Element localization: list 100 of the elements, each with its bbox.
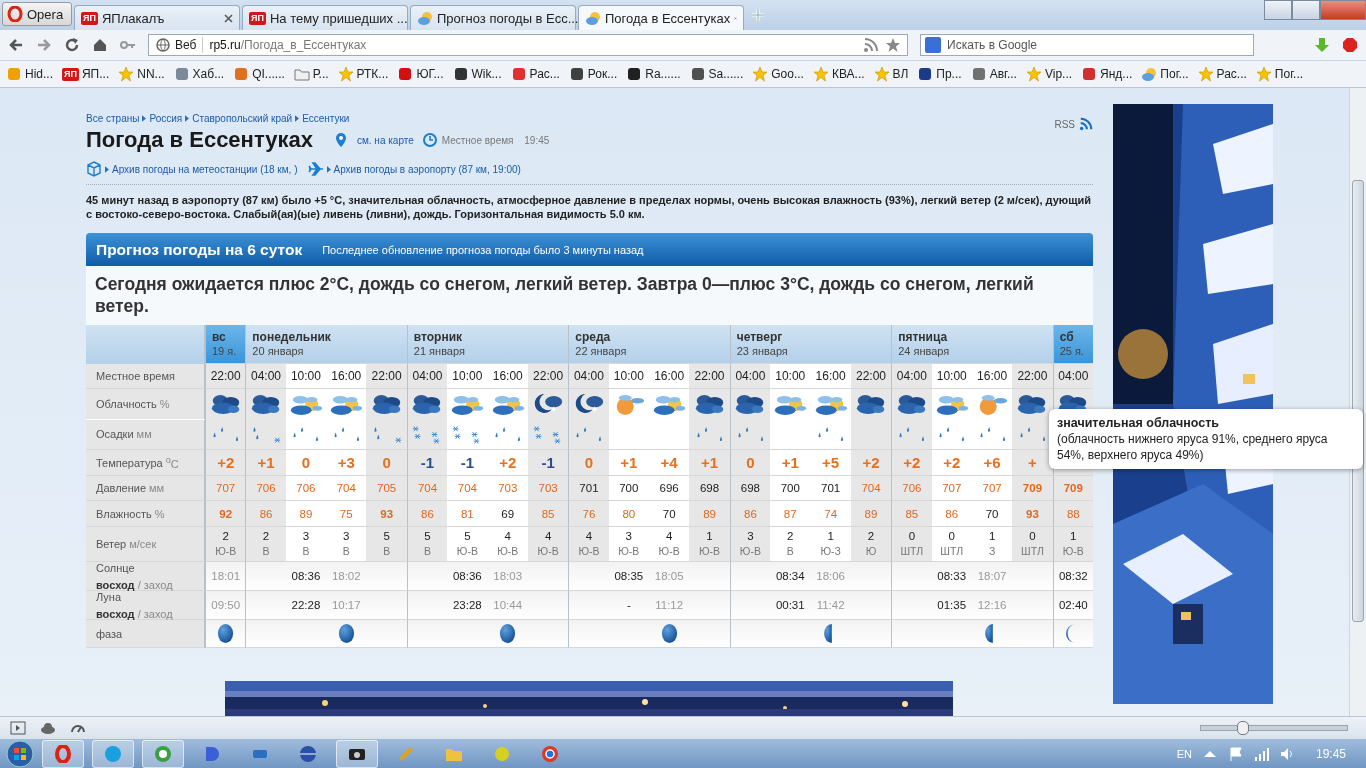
- humidity-cell: 86: [406, 501, 448, 527]
- breadcrumb-link[interactable]: Россия: [149, 112, 183, 124]
- search-field[interactable]: Искать в Google: [920, 34, 1254, 56]
- observation-text: 45 минут назад в аэропорту (87 км) было +5 °C, значительная облачность, атмосферное давление в пределах нормы, очень высокая влажность (93%), легкий ветер (2 м/сек), дующий с востоко-северо-востока. Слабый(ая)(ые) ливень (ливни), дождь. Горизонтальная видимость 5.0 км.: [86, 193, 1092, 221]
- time-cell: 22:00: [1012, 364, 1053, 389]
- wind-direction: В: [342, 544, 350, 559]
- wind-direction: З: [988, 544, 996, 559]
- bookmark[interactable]: Рас...: [1197, 66, 1247, 82]
- wind-direction: Ю-В: [739, 544, 761, 559]
- unit-label: м/сек: [129, 536, 157, 552]
- bookmark[interactable]: Goo...: [752, 66, 804, 82]
- bookmark[interactable]: ЯП ЯП...: [62, 67, 110, 81]
- bookmark[interactable]: Пр...: [917, 66, 962, 82]
- rss-link[interactable]: RSS: [1054, 118, 1075, 130]
- temperature-cell: +2: [850, 450, 892, 476]
- wind-speed: 4: [585, 529, 593, 544]
- url-text: rp5.ru/Погода_в_Ессентуках: [209, 38, 367, 52]
- row-label: Солнце: [96, 560, 135, 575]
- site-logo: ЯП: [81, 11, 98, 25]
- bookmark[interactable]: Пог...: [1255, 66, 1304, 82]
- day-name: сб: [1059, 330, 1074, 344]
- moonrise-cell: 11:12: [649, 591, 690, 620]
- opera-menu-button[interactable]: Opera: [2, 2, 72, 26]
- humidity-cell: 76: [568, 501, 609, 527]
- bookmark[interactable]: Sa......: [689, 66, 744, 82]
- bookmark[interactable]: КВА...: [812, 66, 865, 82]
- archive-link[interactable]: Архив погоды в аэропорту (87 км, 19:00): [333, 163, 521, 175]
- humidity-cell: 86: [729, 501, 771, 527]
- sunrise-cell: 18:05: [649, 562, 690, 591]
- bookmark[interactable]: ВЛ: [873, 66, 909, 82]
- bookmark[interactable]: Хаб...: [173, 66, 225, 82]
- pressure-cell: 709: [1052, 476, 1093, 501]
- unit-label: $^{o}$C: [165, 455, 179, 470]
- bookmark[interactable]: NN...: [118, 66, 165, 82]
- bookmark[interactable]: QI......: [233, 66, 285, 82]
- browser-tab[interactable]: ЯП На тему пришедших ...: [242, 5, 408, 30]
- bookmark[interactable]: Vip...: [1025, 66, 1073, 82]
- temperature-cell: +1: [245, 450, 286, 476]
- browser-tab[interactable]: Прогноз погоды в Есс...: [410, 5, 576, 30]
- time-cell: 22:00: [366, 364, 407, 389]
- temperature-cell: 0: [366, 450, 407, 476]
- pressure-cell: 706: [891, 476, 932, 501]
- browser-tab[interactable]: Погода в Ессентуках: [578, 5, 744, 30]
- tab-title: Прогноз погоды в Есс...: [437, 10, 579, 26]
- moonrise-cell: 00:31: [770, 591, 811, 620]
- wind-direction: Ю-В: [215, 544, 237, 559]
- time-cell: 22:00: [205, 364, 246, 389]
- breadcrumb-link[interactable]: Ессентуки: [302, 112, 350, 124]
- humidity-cell: 89: [850, 501, 892, 527]
- day-date: 23 января: [736, 344, 788, 358]
- sunrise-cell: 18:06: [810, 562, 851, 591]
- forecast-title: Прогноз погоды на 6 суток: [96, 240, 303, 259]
- wind-speed: 0: [908, 529, 916, 544]
- bookmark[interactable]: Wik...: [452, 66, 502, 82]
- forecast-summary: Сегодня ожидается плюс 2°C, дождь со снегом, легкий ветер. Завтра 0—плюс 3°C, дождь со снегом, легкий ветер.: [86, 266, 1093, 325]
- update-note: Последнее обновление прогноза погоды было 3 минуты назад: [322, 243, 644, 256]
- wind-direction: Ю-В: [578, 544, 600, 559]
- wind-direction: ШТЛ: [900, 544, 924, 559]
- time-cell: 04:00: [1052, 364, 1093, 389]
- row-label: Ветер: [96, 536, 127, 552]
- wind-direction: В: [302, 544, 310, 559]
- bookmark[interactable]: Рас...: [510, 66, 560, 82]
- day-date: 25 я.: [1059, 344, 1084, 358]
- row-label: Осадки: [96, 428, 134, 440]
- bookmark[interactable]: ЮГ...: [397, 66, 444, 82]
- bookmark[interactable]: Янд...: [1081, 66, 1133, 82]
- bookmark[interactable]: Р...: [293, 66, 329, 82]
- wind-direction: Ю-В: [497, 544, 519, 559]
- bookmark[interactable]: РТК...: [337, 66, 389, 82]
- archive-link[interactable]: Архив погоды на метеостанции (18 км, ): [112, 163, 298, 175]
- bookmark[interactable]: Ra......: [626, 66, 681, 82]
- humidity-cell: 88: [1052, 501, 1093, 527]
- wind-speed: 4: [504, 529, 511, 544]
- wind-direction: Ю-В: [456, 544, 478, 559]
- bookmark[interactable]: Авг...: [970, 66, 1017, 82]
- address-field[interactable]: Веб rp5.ru/Погода_в_Ессентуках: [148, 34, 908, 56]
- day-name: среда: [575, 330, 611, 344]
- wind-direction: ШТЛ: [940, 544, 964, 559]
- wind-direction: В: [786, 544, 794, 559]
- pressure-cell: 706: [245, 476, 286, 501]
- row-label: Давление: [96, 482, 147, 494]
- temperature-cell: +2: [891, 450, 932, 476]
- browser-tab[interactable]: ЯП ЯПлакалъ: [74, 5, 240, 30]
- day-name: понедельник: [252, 330, 331, 344]
- bookmark[interactable]: Hid...: [6, 66, 53, 82]
- breadcrumb-link[interactable]: Ставропольский край: [192, 112, 293, 124]
- wind-speed: 2: [867, 529, 875, 544]
- temperature-cell: +1: [689, 450, 730, 476]
- map-link[interactable]: см. на карте: [356, 134, 414, 146]
- wind-speed: 5: [464, 529, 471, 544]
- wind-direction: В: [383, 544, 391, 559]
- wind-direction: Ю-В: [1062, 544, 1084, 559]
- humidity-cell: 93: [1012, 501, 1053, 527]
- sunrise-cell: 08:32: [1052, 562, 1093, 591]
- wind-speed: 3: [343, 529, 350, 544]
- local-time-label: Местное время: [441, 134, 514, 146]
- bookmark[interactable]: Пог...: [1141, 66, 1189, 82]
- time-cell: 04:00: [568, 364, 609, 389]
- bookmark[interactable]: Рок...: [568, 66, 618, 82]
- breadcrumb-link[interactable]: Все страны: [86, 112, 140, 124]
